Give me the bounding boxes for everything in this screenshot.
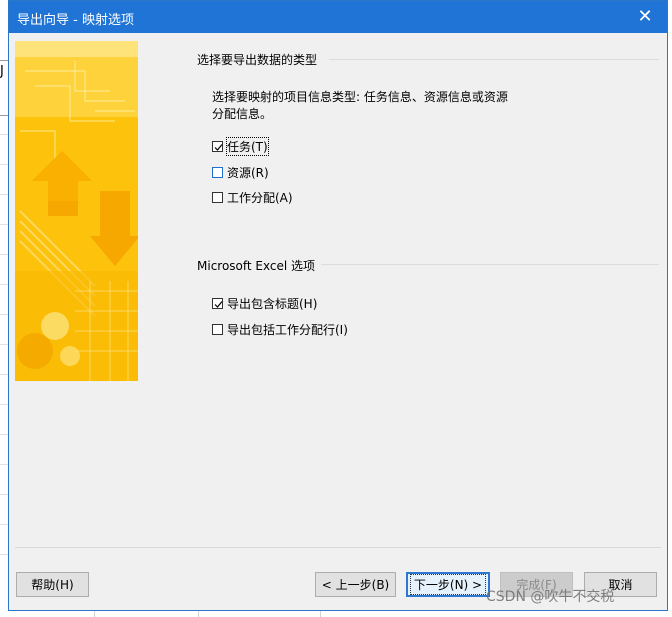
- section-divider: [321, 264, 659, 265]
- checkbox-resources[interactable]: 资源(R): [212, 163, 269, 181]
- checkbox-tasks-label: 任务(T): [226, 136, 269, 156]
- section-description: 选择要映射的项目信息类型: 任务信息、资源信息或资源 分配信息。: [212, 89, 532, 123]
- section-title-excel-options: Microsoft Excel 选项: [197, 259, 316, 273]
- title-bar[interactable]: 导出向导 - 映射选项 ✕: [9, 1, 667, 33]
- checkbox-export-headers-box[interactable]: [212, 297, 223, 309]
- window-title: 导出向导 - 映射选项: [17, 13, 134, 28]
- checkbox-tasks-box[interactable]: [212, 140, 223, 152]
- section-title-data-type: 选择要导出数据的类型: [197, 53, 318, 67]
- checkbox-export-headers[interactable]: 导出包含标题(H): [212, 294, 317, 312]
- back-button[interactable]: < 上一步(B): [315, 572, 396, 597]
- checkbox-export-assignment-rows-box[interactable]: [212, 323, 223, 335]
- close-icon: ✕: [637, 6, 653, 27]
- wizard-banner-image: [15, 41, 138, 381]
- checkbox-assignments-box[interactable]: [212, 191, 223, 203]
- help-button-label: 帮助(H): [31, 578, 74, 592]
- export-wizard-dialog: 导出向导 - 映射选项 ✕ 选择要导出数据的类型 选择要映射的项目信息类型: 任…: [8, 0, 668, 611]
- checkbox-assignments[interactable]: 工作分配(A): [212, 188, 293, 206]
- next-button-label: 下一步(N) >: [409, 574, 487, 595]
- checkbox-resources-label: 资源(R): [227, 165, 269, 180]
- footer-divider: [15, 547, 661, 548]
- next-button[interactable]: 下一步(N) >: [406, 572, 490, 597]
- background-cell-text: J: [0, 64, 4, 79]
- help-button[interactable]: 帮助(H): [16, 572, 89, 597]
- description-line-2: 分配信息。: [212, 107, 273, 121]
- description-line-1: 选择要映射的项目信息类型: 任务信息、资源信息或资源: [212, 90, 508, 104]
- checkbox-export-headers-label: 导出包含标题(H): [227, 296, 318, 311]
- checkbox-resources-box[interactable]: [212, 166, 223, 178]
- section-divider: [329, 59, 659, 60]
- checkbox-export-assignment-rows-label: 导出包括工作分配行(I): [227, 322, 348, 337]
- checkbox-assignments-label: 工作分配(A): [227, 190, 293, 205]
- back-button-label: < 上一步(B): [321, 578, 390, 592]
- checkbox-tasks[interactable]: 任务(T): [212, 136, 269, 156]
- watermark-text: CSDN @吹牛不交税: [486, 589, 615, 605]
- checkmark-icon: [214, 300, 223, 308]
- close-button[interactable]: ✕: [623, 1, 667, 33]
- checkmark-icon: [214, 143, 223, 151]
- checkbox-export-assignment-rows[interactable]: 导出包括工作分配行(I): [212, 320, 348, 338]
